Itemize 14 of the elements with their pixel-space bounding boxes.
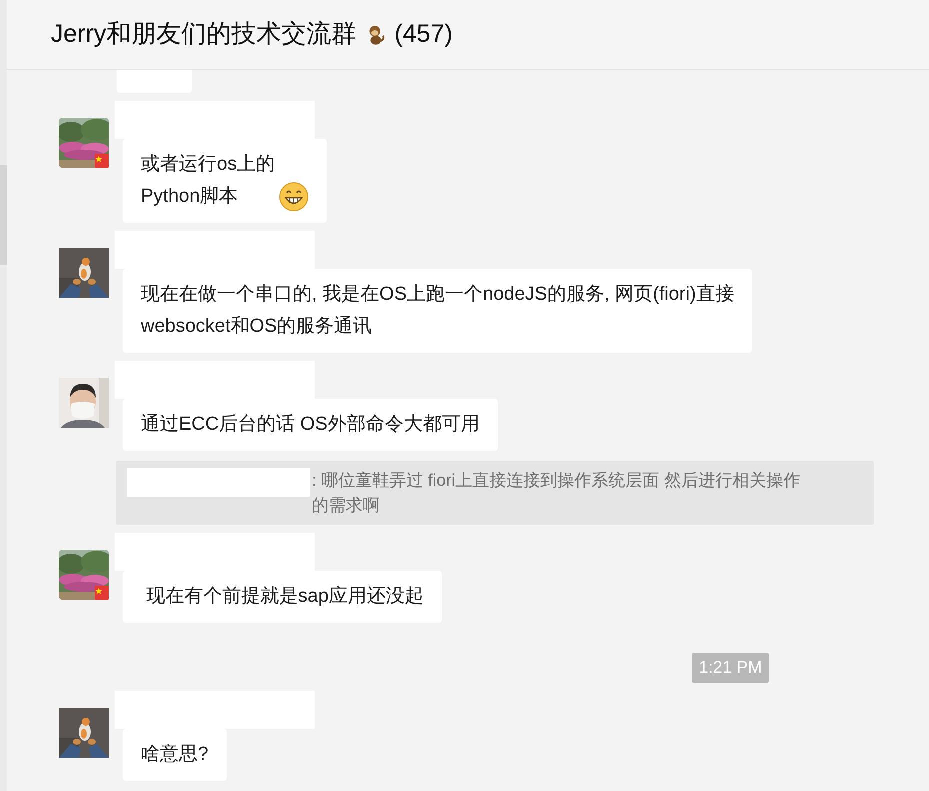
quote-text: : 哪位童鞋弄过 fiori上直接连接到操作系统层面 然后进行相关操作的需求啊 [312, 471, 800, 515]
message-text: 现在有个前提就是sap应用还没起 [145, 585, 424, 609]
message-text: 现在在做一个串口的, 我是在OS上跑一个nodeJS的服务, 网页(fiori)直接 websocket和OS的服务通讯 [141, 283, 734, 339]
timestamp: 1:21 PM [692, 653, 770, 682]
member-count: (457) [394, 18, 453, 50]
message-text: 啥意思? [141, 742, 209, 766]
grin-emoji-icon [279, 182, 310, 212]
monkey-icon [366, 24, 385, 44]
message-text: 通过ECC后台的话 OS外部命令大都可用 [141, 413, 480, 437]
flag-icon [95, 586, 109, 600]
flag-icon [95, 154, 109, 168]
chat-title: Jerry和朋友们的技术交流群 [51, 18, 357, 50]
message-text: 或者运行os上的 Python脚本 [141, 153, 276, 209]
scrollbar-thumb[interactable] [0, 165, 7, 265]
